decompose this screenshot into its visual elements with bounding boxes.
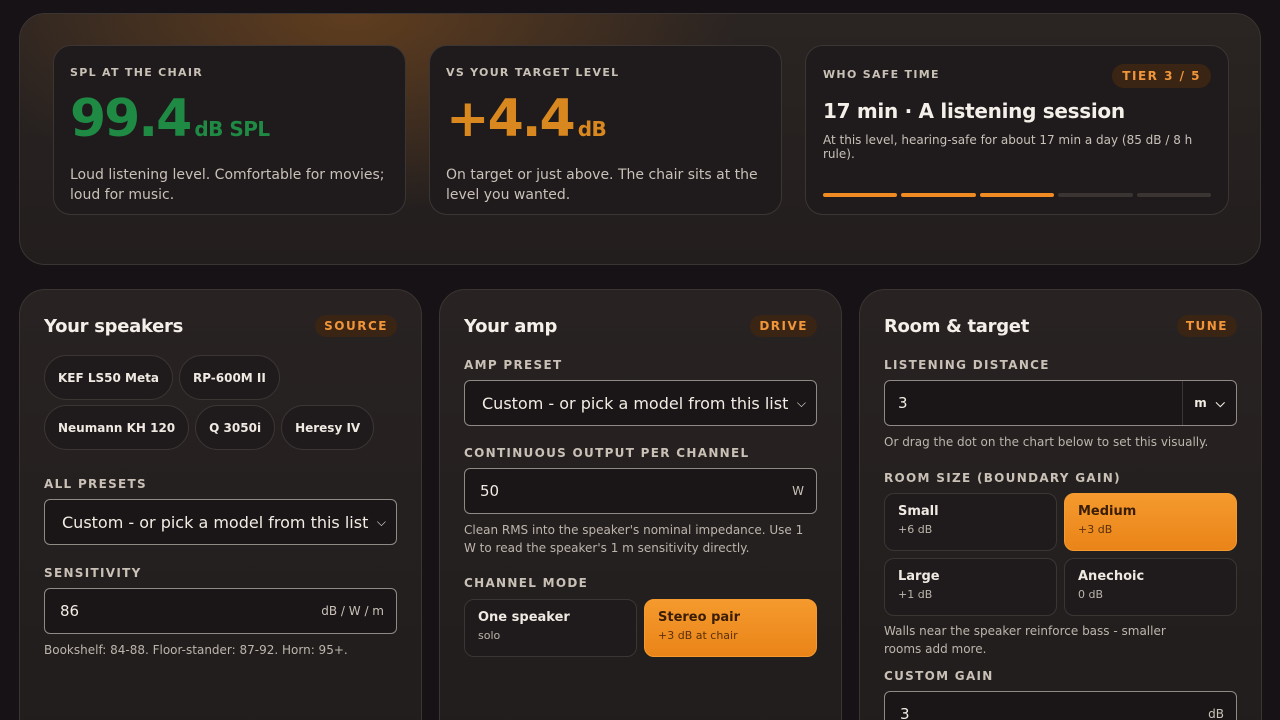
option-subtitle: +3 dB [1078, 523, 1113, 536]
custom-gain-value: 3 [900, 705, 910, 720]
summary-panel: SPL AT THE CHAIR 99.4 dB SPL Loud listen… [19, 13, 1261, 265]
spl-description: Loud listening level. Comfortable for mo… [70, 167, 385, 203]
channel-mode-toggle: One speaker solo Stereo pair +3 dB at ch… [464, 599, 817, 657]
channel-mode-label: CHANNEL MODE [464, 576, 589, 590]
channel-option-stereo-pair[interactable]: Stereo pair +3 dB at chair [644, 599, 817, 657]
safe-time-card: WHO SAFE TIME TIER 3 / 5 17 min · A list… [805, 45, 1229, 215]
room-title: Room & target [884, 315, 1030, 337]
chevron-down-icon: ⌵ [1215, 395, 1225, 410]
speaker-chip[interactable]: Heresy IV [281, 405, 375, 450]
distance-input[interactable]: 3 [885, 381, 1182, 425]
sensitivity-value: 86 [60, 602, 80, 620]
chevron-down-icon: ⌵ [796, 395, 806, 410]
speakers-title: Your speakers [44, 315, 184, 337]
spl-value: 99.4 [70, 89, 192, 149]
target-unit: dB [577, 117, 607, 141]
amp-preset-value: Custom - or pick a model from this list [482, 393, 789, 413]
room-size-label: ROOM SIZE (BOUNDARY GAIN) [884, 471, 1121, 485]
output-input[interactable]: 50 W [464, 468, 817, 514]
sensitivity-input[interactable]: 86 dB / W / m [44, 588, 397, 634]
room-size-large[interactable]: Large +1 dB [884, 558, 1057, 616]
target-stat-card: VS YOUR TARGET LEVEL +4.4 dB On target o… [429, 45, 782, 215]
option-title: Anechoic [1078, 569, 1145, 584]
option-title: Large [898, 569, 940, 584]
option-subtitle: +6 dB [898, 523, 933, 536]
custom-gain-input[interactable]: 3 dB [884, 691, 1237, 720]
amp-card: Your amp DRIVE AMP PRESET Custom - or pi… [439, 289, 842, 720]
tier-meter [823, 193, 1212, 197]
speaker-preset-value: Custom - or pick a model from this list [62, 512, 369, 532]
spl-stat-card: SPL AT THE CHAIR 99.4 dB SPL Loud listen… [53, 45, 406, 215]
sensitivity-label: SENSITIVITY [44, 566, 142, 580]
output-label: CONTINUOUS OUTPUT PER CHANNEL [464, 446, 750, 460]
output-value: 50 [480, 482, 500, 500]
speaker-chip[interactable]: Q 3050i [195, 405, 276, 450]
custom-gain-label: CUSTOM GAIN [884, 669, 994, 683]
source-tag: SOURCE [315, 315, 397, 337]
channel-option-one-speaker[interactable]: One speaker solo [464, 599, 637, 657]
tier-badge: TIER 3 / 5 [1112, 64, 1211, 88]
distance-unit: m [1194, 396, 1207, 410]
room-size-anechoic[interactable]: Anechoic 0 dB [1064, 558, 1237, 616]
option-subtitle: solo [478, 629, 501, 642]
spl-kicker: SPL AT THE CHAIR [70, 66, 204, 79]
tune-tag: TUNE [1176, 315, 1237, 337]
speaker-preset-select[interactable]: Custom - or pick a model from this list … [44, 499, 397, 545]
option-subtitle: +3 dB at chair [658, 629, 738, 642]
sensitivity-unit: dB / W / m [321, 604, 384, 618]
amp-preset-select[interactable]: Custom - or pick a model from this list … [464, 380, 817, 426]
tier-segment [1058, 193, 1133, 197]
room-card: Room & target TUNE LISTENING DISTANCE 3 … [859, 289, 1262, 720]
speaker-chip-list: KEF LS50 Meta RP-600M II Neumann KH 120 … [44, 355, 397, 450]
option-title: One speaker [478, 610, 570, 625]
distance-hint: Or drag the dot on the chart below to se… [884, 435, 1209, 449]
speaker-chip[interactable]: RP-600M II [178, 355, 280, 400]
speaker-chip[interactable]: KEF LS50 Meta [44, 355, 173, 400]
chevron-down-icon: ⌵ [376, 514, 386, 529]
sensitivity-hint: Bookshelf: 84-88. Floor-stander: 87-92. … [44, 643, 348, 657]
option-subtitle: +1 dB [898, 588, 933, 601]
option-title: Stereo pair [658, 610, 741, 625]
target-value: +4.4 [446, 89, 576, 149]
distance-unit-select[interactable]: m ⌵ [1182, 381, 1236, 425]
speakers-card: Your speakers SOURCE KEF LS50 Meta RP-60… [19, 289, 422, 720]
amp-title: Your amp [464, 315, 558, 337]
option-subtitle: 0 dB [1078, 588, 1104, 601]
output-unit: W [792, 484, 804, 498]
tier-segment [979, 193, 1055, 197]
custom-gain-unit: dB [1208, 707, 1224, 720]
tier-segment [823, 193, 898, 197]
room-size-medium[interactable]: Medium +3 dB [1064, 493, 1237, 551]
safe-time-subtitle: At this level, hearing-safe for about 17… [823, 133, 1193, 161]
option-title: Medium [1078, 504, 1137, 519]
option-title: Small [898, 504, 939, 519]
distance-label: LISTENING DISTANCE [884, 358, 1050, 372]
room-size-selector: Small +6 dB Medium +3 dB Large +1 dB Ane… [884, 493, 1237, 616]
room-size-small[interactable]: Small +6 dB [884, 493, 1057, 551]
drive-tag: DRIVE [750, 315, 817, 337]
safe-time-title: 17 min · A listening session [823, 99, 1125, 123]
amp-preset-label: AMP PRESET [464, 358, 563, 372]
output-hint: Clean RMS into the speaker's nominal imp… [464, 523, 804, 555]
target-kicker: VS YOUR TARGET LEVEL [446, 66, 620, 79]
room-size-hint: Walls near the speaker reinforce bass - … [884, 624, 1166, 656]
all-presets-label: ALL PRESETS [44, 477, 147, 491]
tier-segment [901, 193, 976, 197]
spl-unit: dB SPL [194, 117, 270, 141]
tier-segment [1136, 193, 1212, 197]
speaker-chip[interactable]: Neumann KH 120 [44, 405, 190, 450]
target-description: On target or just above. The chair sits … [446, 167, 758, 203]
distance-field: 3 m ⌵ [884, 380, 1237, 426]
